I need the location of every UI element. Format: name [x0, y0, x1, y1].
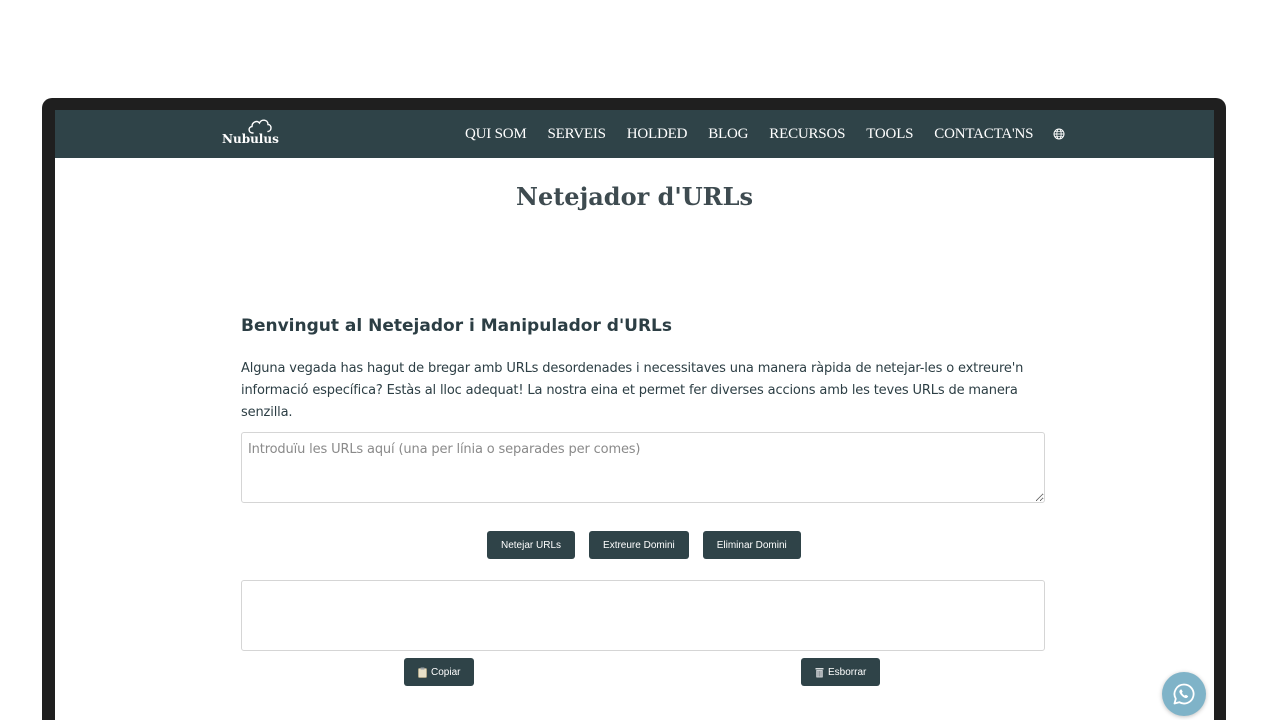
clear-label: Esborrar	[828, 666, 867, 678]
clean-urls-button[interactable]: Netejar URLs	[487, 531, 576, 559]
whatsapp-chat-button[interactable]	[1162, 672, 1206, 716]
nubulus-logo[interactable]: Nubulus	[219, 118, 279, 150]
globe-icon	[1053, 128, 1065, 140]
nav-item-tools[interactable]: TOOLS	[866, 126, 913, 143]
tool-heading: Benvingut al Netejador i Manipulador d'U…	[241, 316, 673, 336]
language-selector[interactable]	[1053, 128, 1065, 140]
logo-text: Nubulus	[222, 132, 279, 146]
copy-label: Copiar	[431, 666, 461, 678]
extract-domain-button[interactable]: Extreure Domini	[589, 531, 689, 559]
copy-button[interactable]: Copiar	[404, 658, 475, 686]
nav-item-holded[interactable]: HOLDED	[627, 126, 688, 143]
clear-button[interactable]: Esborrar	[801, 658, 881, 686]
browser-screen: Nubulus QUI SOM SERVEIS HOLDED BLOG RECU…	[55, 110, 1214, 720]
nav-item-blog[interactable]: BLOG	[708, 126, 748, 143]
nav-item-qui-som[interactable]: QUI SOM	[465, 126, 527, 143]
url-output[interactable]	[241, 580, 1045, 651]
nav-item-recursos[interactable]: RECURSOS	[769, 126, 845, 143]
action-buttons: Netejar URLs Extreure Domini Eliminar Do…	[487, 531, 801, 559]
page-title: Netejador d'URLs	[516, 182, 753, 211]
remove-domain-button[interactable]: Eliminar Domini	[702, 531, 801, 559]
main-menu: QUI SOM SERVEIS HOLDED BLOG RECURSOS TOO…	[465, 110, 1065, 158]
nav-item-serveis[interactable]: SERVEIS	[548, 126, 606, 143]
trash-icon	[815, 667, 824, 677]
url-input[interactable]	[241, 432, 1045, 503]
tool-intro: Alguna vegada has hagut de bregar amb UR…	[241, 361, 1024, 420]
whatsapp-icon	[1173, 683, 1195, 705]
site-navbar: Nubulus QUI SOM SERVEIS HOLDED BLOG RECU…	[55, 110, 1214, 158]
nav-item-contactans[interactable]: CONTACTA'NS	[934, 126, 1033, 143]
clipboard-icon	[418, 667, 427, 678]
